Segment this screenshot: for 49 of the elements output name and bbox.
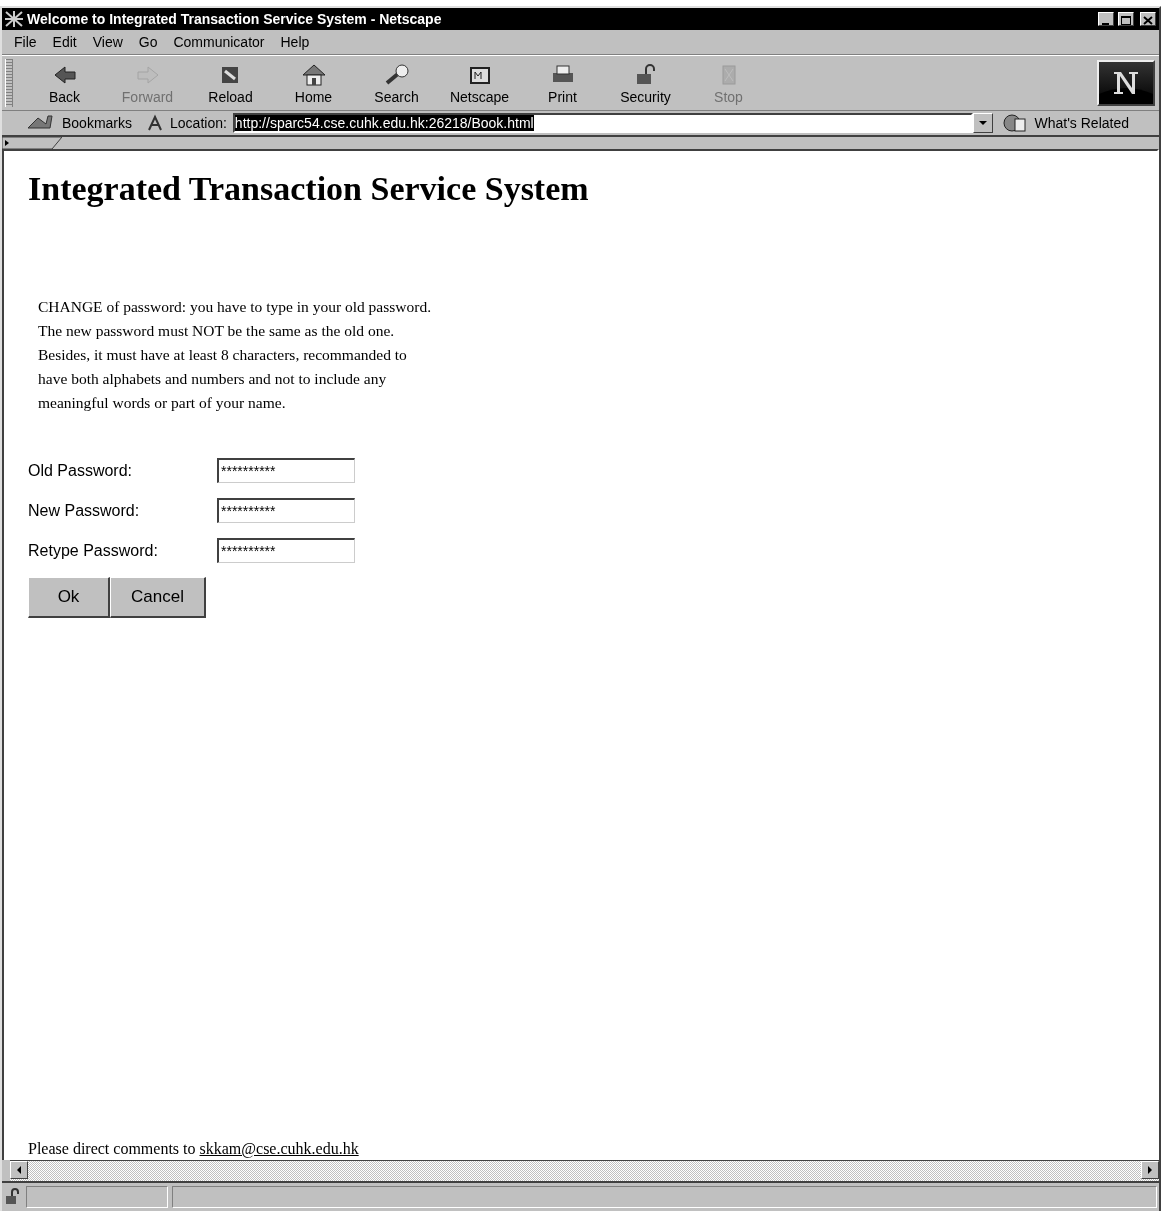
window-title: Welcome to Integrated Transaction Service System - Netscape (27, 11, 443, 27)
left-arrow-icon (15, 1165, 23, 1175)
bookmarks-button[interactable]: Bookmarks (62, 115, 133, 131)
form-button[interactable]: Cancel (110, 577, 206, 618)
password-field[interactable]: ********** (217, 498, 355, 523)
maximize-icon (1121, 16, 1131, 25)
toolbar-button[interactable]: Netscape (438, 61, 521, 105)
menu-item[interactable]: File (6, 32, 45, 52)
right-arrow-icon (1146, 1165, 1154, 1175)
menu-item[interactable]: Go (130, 32, 166, 52)
toolbar-button[interactable]: Back (23, 61, 106, 105)
close-button[interactable] (1140, 12, 1156, 26)
toolbar-grip[interactable] (5, 59, 13, 107)
menu-item[interactable]: View (84, 32, 131, 52)
lock-icon[interactable] (4, 1188, 22, 1206)
footer-text: Please direct comments to skkam@cse.cuhk.edu.hk (28, 1140, 360, 1158)
collapse-tab-icon[interactable] (2, 137, 62, 149)
scroll-left-button[interactable] (10, 1161, 28, 1179)
menu-item[interactable]: Communicator (165, 32, 273, 52)
location-label: Location: (170, 115, 227, 131)
password-field[interactable]: ********** (217, 538, 355, 563)
instructions-text: CHANGE of password: you have to type in your old password. The new password must NOT be the same as the old one. Besides, it must have at least 8 characters, recommanded to have both alphabets and numbers and not to include any meaningful words or part of your name. (38, 297, 433, 413)
minimize-button[interactable] (1098, 12, 1114, 26)
menu-item[interactable]: Edit (44, 32, 85, 52)
scroll-right-button[interactable] (1141, 1161, 1159, 1179)
location-icon (146, 114, 165, 132)
url-field[interactable]: http://sparc54.cse.cuhk.edu.hk:26218/Book.html (232, 113, 973, 133)
whats-related-button[interactable]: What's Related (1034, 115, 1129, 131)
toolbar-button[interactable]: Print (521, 61, 604, 105)
field-label: Old Password: (28, 461, 134, 480)
globe-icon[interactable] (1002, 113, 1029, 133)
toolbar-button[interactable]: Reload (189, 61, 272, 105)
toolbar-button[interactable]: Security (604, 61, 687, 105)
toolbar-button[interactable]: Home (272, 61, 355, 105)
field-label: New Password: (28, 501, 141, 520)
toolbar-button[interactable]: Search (355, 61, 438, 105)
close-icon (1143, 16, 1153, 25)
bookmarks-icon[interactable] (26, 114, 56, 132)
form-button[interactable]: Ok (28, 577, 110, 618)
maximize-button[interactable] (1118, 12, 1134, 26)
app-icon (5, 11, 23, 27)
dropdown-button[interactable] (972, 113, 993, 133)
page-heading: Integrated Transaction Service System (28, 169, 590, 209)
caret-icon (977, 119, 988, 127)
menu-item[interactable]: Help (272, 32, 318, 52)
password-field[interactable]: ********** (217, 458, 355, 483)
logo-icon (1097, 60, 1155, 106)
field-label: Retype Password: (28, 541, 159, 560)
email-link[interactable]: skkam@cse.cuhk.edu.hk (199, 1140, 359, 1157)
